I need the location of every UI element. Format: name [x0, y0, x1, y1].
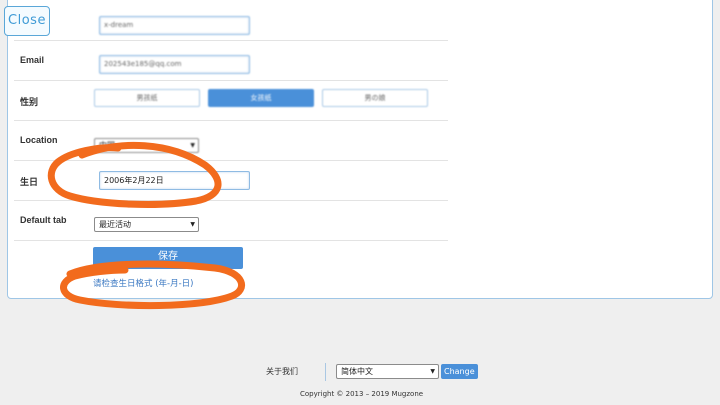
default-tab-label: Default tab	[20, 215, 67, 225]
default-tab-select[interactable]: 最近活动 ▼	[94, 217, 199, 232]
default-tab-row: Default tab	[14, 201, 448, 241]
save-button[interactable]: 保存	[93, 247, 243, 269]
nickname-input[interactable]: x-dream	[99, 16, 250, 35]
location-row: Location	[14, 121, 448, 161]
birthday-input[interactable]: 2006年2月22日	[99, 171, 250, 190]
gender-option-boy[interactable]: 男孩纸	[94, 89, 200, 107]
location-label: Location	[20, 135, 58, 145]
chevron-down-icon: ▼	[190, 142, 195, 149]
copyright-text: Copyright © 2013 – 2019 Mugzone	[300, 390, 424, 398]
close-button[interactable]: Close	[4, 6, 50, 36]
language-select[interactable]: 简体中文 ▼	[336, 364, 439, 379]
birthday-label: 生日	[20, 177, 39, 187]
profile-settings-card: x-dream Email 202543e185@qq.com 性别 男孩纸 女…	[7, 0, 713, 299]
footer-divider	[325, 363, 326, 381]
email-label: Email	[20, 55, 45, 65]
change-language-button[interactable]: Change	[441, 364, 478, 379]
about-us-link[interactable]: 关于我们	[266, 366, 298, 377]
chevron-down-icon: ▼	[190, 221, 195, 228]
email-row: Email 202543e185@qq.com	[14, 41, 448, 81]
chevron-down-icon: ▼	[430, 368, 435, 375]
birthday-format-error: 请检查生日格式 (年-月-日)	[93, 279, 194, 289]
gender-option-girl[interactable]: 女孩纸	[208, 89, 314, 107]
nickname-row: x-dream	[14, 1, 448, 41]
gender-option-otokonoko[interactable]: 男の娘	[322, 89, 428, 107]
email-input[interactable]: 202543e185@qq.com	[99, 55, 250, 74]
language-value: 简体中文	[341, 367, 373, 376]
location-select[interactable]: 中国 ▼	[94, 138, 199, 153]
gender-label: 性别	[20, 97, 39, 107]
birthday-row: 生日 2006年2月22日	[14, 161, 448, 201]
location-value: 中国	[99, 141, 115, 150]
default-tab-value: 最近活动	[99, 220, 131, 229]
